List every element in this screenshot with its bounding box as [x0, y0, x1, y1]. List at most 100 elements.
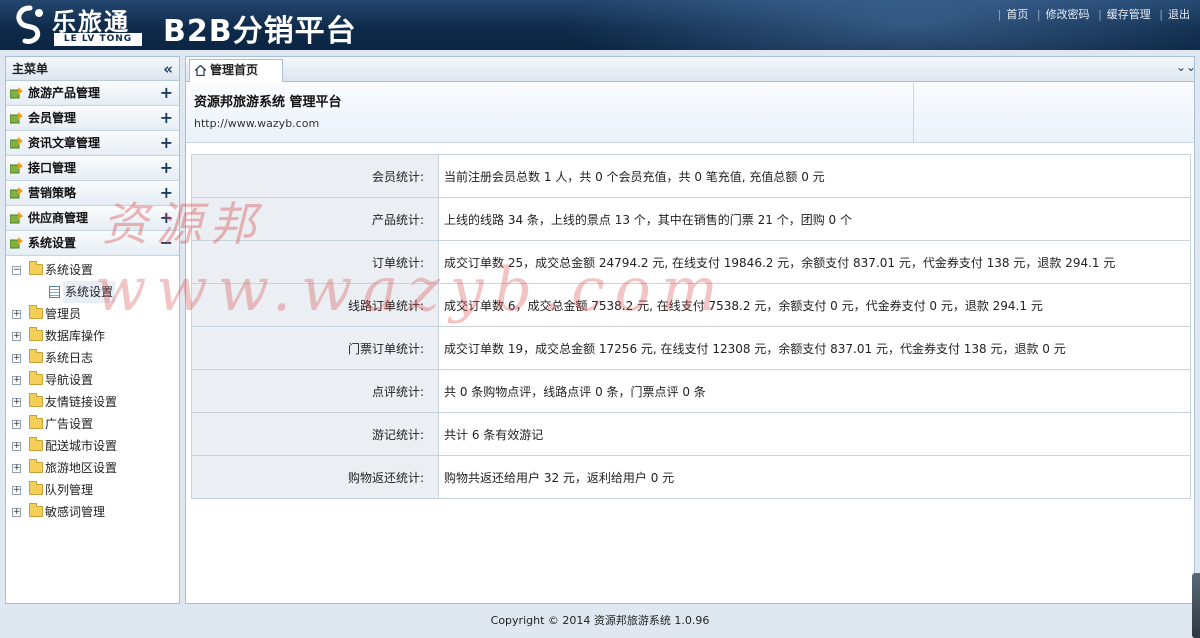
tree-node-sensitive-words[interactable]: + 敏感词管理 — [6, 501, 179, 523]
tree-node-queues[interactable]: + 队列管理 — [6, 479, 179, 501]
table-row: 门票订单统计: 成交订单数 19，成交总金额 17256 元, 在线支付 1230… — [191, 326, 1191, 370]
tree-node-delivery-cities[interactable]: + 配送城市设置 — [6, 435, 179, 457]
tree-node-label: 旅游地区设置 — [45, 461, 118, 475]
folder-icon — [29, 349, 43, 363]
expand-icon[interactable]: + — [12, 354, 21, 363]
tree-node-label: 系统日志 — [45, 351, 94, 365]
expand-icon[interactable]: + — [12, 464, 21, 473]
double-chevron-left-icon[interactable]: « — [163, 57, 173, 81]
menu-label: 接口管理 — [28, 161, 77, 175]
stat-key: 订单统计: — [191, 240, 439, 284]
expand-icon[interactable]: + — [12, 310, 21, 319]
menu-system-settings[interactable]: 系统设置 − — [6, 231, 179, 256]
tree-node-navigation[interactable]: + 导航设置 — [6, 369, 179, 391]
folder-icon — [29, 503, 43, 517]
stats-table: 会员统计: 当前注册会员总数 1 人，共 0 个会员充值，共 0 笔充值, 充值总… — [191, 154, 1191, 499]
stat-key: 游记统计: — [191, 412, 439, 456]
menu-tourism-products[interactable]: 旅游产品管理 + — [6, 81, 179, 106]
top-header: 乐旅通 LE LV TONG B2B分销平台 | 首页 | 修改密码 | 缓存管理 |… — [0, 0, 1200, 50]
tab-label: 管理首页 — [210, 63, 259, 77]
stat-key: 线路订单统计: — [191, 283, 439, 327]
menu-label: 资讯文章管理 — [28, 136, 101, 150]
tree-node-database[interactable]: + 数据库操作 — [6, 325, 179, 347]
expand-icon[interactable]: + — [12, 398, 21, 407]
menu-articles[interactable]: 资讯文章管理 + — [6, 131, 179, 156]
tree-node-label: 队列管理 — [45, 483, 94, 497]
minus-icon[interactable]: − — [160, 231, 173, 255]
menu-leaf-icon — [10, 87, 23, 99]
tree-node-label: 配送城市设置 — [45, 439, 118, 453]
menu-leaf-icon — [10, 162, 23, 174]
stat-value: 共计 6 条有效游记 — [438, 412, 1191, 456]
folder-icon — [29, 305, 43, 319]
menu-leaf-icon — [10, 212, 23, 224]
menu-marketing[interactable]: 营销策略 + — [6, 181, 179, 206]
expand-icon[interactable]: + — [12, 486, 21, 495]
menu-label: 会员管理 — [28, 111, 77, 125]
menu-leaf-icon — [10, 137, 23, 149]
tree-node-system-settings[interactable]: − 系统设置 — [6, 259, 179, 281]
chevron-down-icon[interactable]: ⌄⌄ — [1176, 60, 1196, 78]
stat-key: 会员统计: — [191, 154, 439, 198]
stat-value: 共 0 条购物点评，线路点评 0 条，门票点评 0 条 — [438, 369, 1191, 413]
nav-logout-link[interactable]: 退出 — [1168, 8, 1190, 21]
nav-cache-management-link[interactable]: 缓存管理 — [1107, 8, 1151, 21]
logo-mark-icon — [16, 5, 43, 44]
plus-icon[interactable]: + — [160, 156, 173, 180]
tree-node-friend-links[interactable]: + 友情链接设置 — [6, 391, 179, 413]
plus-icon[interactable]: + — [160, 81, 173, 105]
table-row: 会员统计: 当前注册会员总数 1 人，共 0 个会员充值，共 0 笔充值, 充值总… — [191, 154, 1191, 198]
plus-icon[interactable]: + — [160, 131, 173, 155]
tab-admin-home[interactable]: 管理首页 — [189, 59, 283, 82]
tree-node-admins[interactable]: + 管理员 — [6, 303, 179, 325]
expand-icon[interactable]: + — [12, 442, 21, 451]
expand-icon[interactable]: + — [12, 332, 21, 341]
document-icon — [49, 286, 60, 298]
nav-home-link[interactable]: 首页 — [1006, 8, 1028, 21]
table-row: 订单统计: 成交订单数 25，成交总金额 24794.2 元, 在线支付 1984… — [191, 240, 1191, 284]
site-url[interactable]: http://www.wazyb.com — [194, 117, 319, 130]
expand-icon[interactable]: + — [12, 376, 21, 385]
sidebar-header: 主菜单 « — [6, 57, 179, 81]
collapse-icon[interactable]: − — [12, 266, 21, 275]
settings-tree: − 系统设置 系统设置 + 管理员 + 数据库操作 + 系统日志 + 导航设置 — [6, 256, 179, 523]
tree-leaf-system-settings[interactable]: 系统设置 — [6, 281, 179, 303]
menu-interfaces[interactable]: 接口管理 + — [6, 156, 179, 181]
menu-suppliers[interactable]: 供应商管理 + — [6, 206, 179, 231]
expand-icon[interactable]: + — [12, 420, 21, 429]
tree-node-label: 敏感词管理 — [45, 505, 106, 519]
nav-change-password-link[interactable]: 修改密码 — [1046, 8, 1090, 21]
stat-value: 当前注册会员总数 1 人，共 0 个会员充值，共 0 笔充值, 充值总额 0 元 — [438, 154, 1191, 198]
expand-icon[interactable]: + — [12, 508, 21, 517]
folder-icon — [29, 371, 43, 385]
stat-key: 点评统计: — [191, 369, 439, 413]
stat-value: 成交订单数 19，成交总金额 17256 元, 在线支付 12308 元，余额支… — [438, 326, 1191, 370]
menu-leaf-icon — [10, 237, 23, 249]
platform-title: B2B分销平台 — [163, 14, 357, 49]
tree-node-label: 系统设置 — [45, 263, 94, 277]
plus-icon[interactable]: + — [160, 181, 173, 205]
tree-node-travel-regions[interactable]: + 旅游地区设置 — [6, 457, 179, 479]
stat-value: 购物共返还给用户 32 元，返利给用户 0 元 — [438, 455, 1191, 499]
folder-icon — [29, 437, 43, 451]
menu-label: 供应商管理 — [28, 211, 89, 225]
folder-icon — [29, 481, 43, 495]
plus-icon[interactable]: + — [160, 206, 173, 230]
logo-subtext: LE LV TONG — [54, 33, 142, 46]
folder-icon — [29, 393, 43, 407]
menu-label: 系统设置 — [28, 236, 77, 250]
main-panel: 管理首页 ⌄⌄ 资源邦旅游系统 管理平台 http://www.wazyb.co… — [185, 56, 1196, 604]
stat-value: 成交订单数 6，成交总金额 7538.2 元, 在线支付 7538.2 元，余额… — [438, 283, 1191, 327]
plus-icon[interactable]: + — [160, 106, 173, 130]
divider — [913, 83, 914, 143]
home-icon — [195, 65, 206, 76]
footer-copyright: Copyright © 2014 资源邦旅游系统 1.0.96 — [490, 614, 710, 627]
menu-members[interactable]: 会员管理 + — [6, 106, 179, 131]
tab-bar: 管理首页 ⌄⌄ — [186, 57, 1196, 82]
top-nav: | 首页 | 修改密码 | 缓存管理 | 退出 — [997, 8, 1190, 21]
tree-node-ads[interactable]: + 广告设置 — [6, 413, 179, 435]
tree-node-system-log[interactable]: + 系统日志 — [6, 347, 179, 369]
table-row: 点评统计: 共 0 条购物点评，线路点评 0 条，门票点评 0 条 — [191, 369, 1191, 413]
tree-node-label: 系统设置 — [63, 281, 116, 303]
side-scroll-handle[interactable] — [1192, 573, 1200, 638]
